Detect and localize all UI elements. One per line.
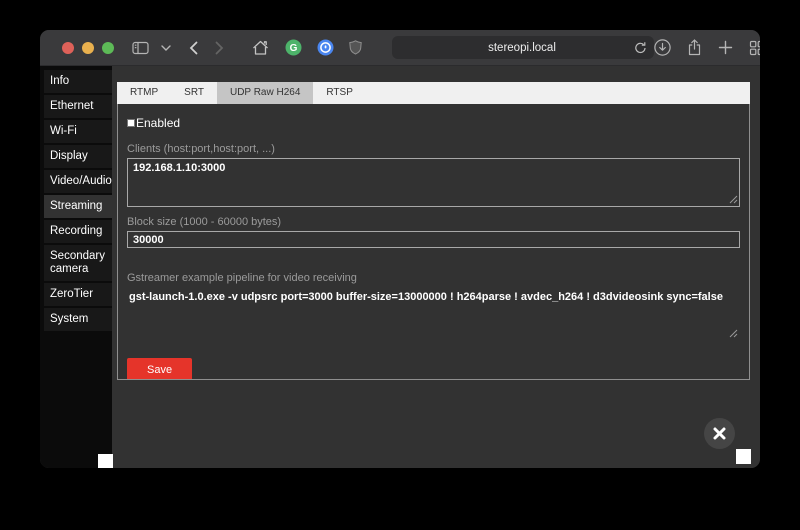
tab-rtmp[interactable]: RTMP <box>117 82 171 104</box>
minimize-window-button[interactable] <box>82 42 94 54</box>
sidebar-item-zerotier[interactable]: ZeroTier <box>44 283 112 306</box>
page-body: Info Ethernet Wi-Fi Display Video/Audio … <box>40 66 760 468</box>
block-size-label: Block size (1000 - 60000 bytes) <box>127 216 740 228</box>
reload-icon[interactable] <box>634 41 647 54</box>
share-icon[interactable] <box>687 39 702 56</box>
sidebar-toggle-icon[interactable] <box>132 41 149 55</box>
sidebar-item-display[interactable]: Display <box>44 145 112 168</box>
clients-label: Clients (host:port,host:port, ...) <box>127 143 740 155</box>
sidebar-item-streaming[interactable]: Streaming <box>44 195 112 218</box>
tab-rtsp[interactable]: RTSP <box>313 82 366 104</box>
save-button[interactable]: Save <box>127 358 192 380</box>
content-area: RTMP SRT UDP Raw H264 RTSP Enabled Clien… <box>112 66 760 468</box>
address-bar-url: stereopi.local <box>392 42 634 54</box>
downloads-icon[interactable] <box>654 39 671 56</box>
block-size-input[interactable] <box>127 231 740 248</box>
selection-handle[interactable] <box>736 449 751 464</box>
tab-srt[interactable]: SRT <box>171 82 217 104</box>
clients-textarea[interactable]: 192.168.1.10:3000 <box>127 158 740 207</box>
onepassword-extension-icon[interactable] <box>317 39 334 56</box>
sidebar-nav: Info Ethernet Wi-Fi Display Video/Audio … <box>40 66 112 468</box>
sidebar-item-wifi[interactable]: Wi-Fi <box>44 120 112 143</box>
close-icon <box>712 426 727 441</box>
back-icon[interactable] <box>189 41 198 55</box>
shield-extension-icon[interactable] <box>349 40 362 55</box>
home-icon[interactable] <box>252 40 269 56</box>
sidebar-item-video-audio[interactable]: Video/Audio <box>44 170 112 193</box>
toolbar-right-group <box>654 39 760 56</box>
tab-udp-raw-h264[interactable]: UDP Raw H264 <box>217 82 313 104</box>
grammarly-extension-icon[interactable]: G <box>285 39 302 56</box>
sidebar-item-system[interactable]: System <box>44 308 112 331</box>
sidebar-item-ethernet[interactable]: Ethernet <box>44 95 112 118</box>
tab-overview-icon[interactable] <box>749 40 760 56</box>
sidebar-item-secondary-camera[interactable]: Secondary camera <box>44 245 112 281</box>
forward-icon[interactable] <box>215 41 224 55</box>
enabled-checkbox[interactable] <box>127 119 135 127</box>
traffic-lights <box>62 42 114 54</box>
browser-titlebar: G stereopi.local <box>40 30 760 66</box>
svg-text:G: G <box>290 43 298 54</box>
gstreamer-pipeline-textarea[interactable]: gst-launch-1.0.exe -v udpsrc port=3000 b… <box>127 287 740 341</box>
browser-window: G stereopi.local <box>40 30 760 468</box>
close-overlay-button[interactable] <box>704 418 735 449</box>
enabled-label: Enabled <box>136 116 180 130</box>
chevron-down-icon[interactable] <box>161 45 171 51</box>
close-window-button[interactable] <box>62 42 74 54</box>
sidebar-item-recording[interactable]: Recording <box>44 220 112 243</box>
sidebar-item-info[interactable]: Info <box>44 70 112 93</box>
streaming-protocol-tabs: RTMP SRT UDP Raw H264 RTSP <box>117 82 750 104</box>
new-tab-icon[interactable] <box>718 40 733 55</box>
address-bar[interactable]: stereopi.local <box>392 36 654 59</box>
enabled-row: Enabled <box>127 116 740 130</box>
gstreamer-label: Gstreamer example pipeline for video rec… <box>127 272 740 284</box>
zoom-window-button[interactable] <box>102 42 114 54</box>
udp-settings-panel: Enabled Clients (host:port,host:port, ..… <box>117 104 750 380</box>
screenshot-background: G stereopi.local <box>0 0 800 530</box>
selection-handle[interactable] <box>98 454 113 468</box>
